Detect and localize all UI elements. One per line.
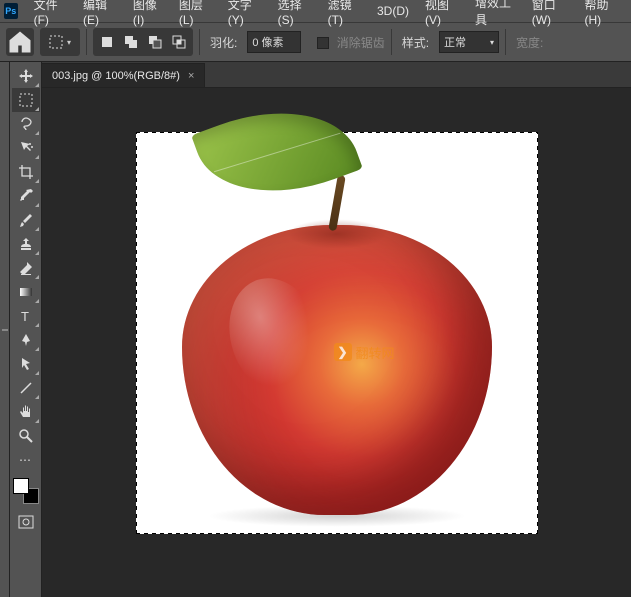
eraser-tool[interactable] [12,256,40,280]
crop-tool[interactable] [12,160,40,184]
document-area: 003.jpg @ 100%(RGB/8#) × ❯ 翻转网 [42,62,631,597]
selection-mode-group [93,28,193,56]
photoshop-icon: Ps [4,3,18,19]
divider [505,29,506,55]
width-label: 宽度: [512,34,547,51]
antialias-label: 消除锯齿 [337,36,385,50]
foreground-color-swatch[interactable] [13,478,29,494]
menu-select[interactable]: 选择(S) [270,0,320,29]
style-select[interactable]: 正常 ▾ [439,31,499,53]
document-tab[interactable]: 003.jpg @ 100%(RGB/8#) × [42,63,205,87]
selection-intersect[interactable] [167,30,191,54]
feather-input[interactable] [247,31,301,53]
svg-text:T: T [21,309,29,324]
menu-layer[interactable]: 图层(L) [171,0,220,29]
chevron-down-icon: ▾ [67,38,71,47]
quick-selection-tool[interactable] [12,136,40,160]
watermark: ❯ 翻转网 [334,343,395,362]
selection-new[interactable] [95,30,119,54]
style-label: 样式: [398,34,433,51]
marquee-icon [49,35,63,49]
close-icon[interactable]: × [188,70,194,82]
canvas-viewport[interactable]: ❯ 翻转网 [42,88,631,597]
watermark-icon: ❯ [334,343,352,361]
menu-plugins[interactable]: 增效工具 [467,0,524,30]
menu-view[interactable]: 视图(V) [417,0,467,29]
selection-subtract[interactable] [143,30,167,54]
menu-edit[interactable]: 编辑(E) [75,0,125,29]
panel-collapse-strip[interactable] [0,62,10,597]
antialias-checkbox [317,37,329,49]
menu-filter[interactable]: 滤镜(T) [320,0,369,29]
feather-label: 羽化: [206,34,241,51]
path-selection-tool[interactable] [12,352,40,376]
tool-preset-picker[interactable]: ▾ [40,28,80,56]
clone-stamp-tool[interactable] [12,232,40,256]
tools-panel: T ⋯ [10,62,42,597]
edit-toolbar[interactable]: ⋯ [12,448,40,472]
divider [86,29,87,55]
home-button[interactable] [6,28,34,56]
menubar: Ps 文件(F) 编辑(E) 图像(I) 图层(L) 文字(Y) 选择(S) 滤… [0,0,631,22]
selection-add[interactable] [119,30,143,54]
divider [391,29,392,55]
eyedropper-tool[interactable] [12,184,40,208]
menu-file[interactable]: 文件(F) [26,0,75,29]
lasso-tool[interactable] [12,112,40,136]
canvas[interactable]: ❯ 翻转网 [137,133,537,533]
type-tool[interactable]: T [12,304,40,328]
antialias-option: 消除锯齿 [317,34,384,51]
rectangular-marquee-tool[interactable] [12,88,40,112]
color-swatches[interactable] [13,478,39,504]
menu-window[interactable]: 窗口(W) [524,0,577,29]
brush-tool[interactable] [12,208,40,232]
menu-help[interactable]: 帮助(H) [576,0,627,29]
move-tool[interactable] [12,64,40,88]
document-tab-title: 003.jpg @ 100%(RGB/8#) [52,70,180,82]
chevron-down-icon: ▾ [490,38,494,47]
zoom-tool[interactable] [12,424,40,448]
menu-type[interactable]: 文字(Y) [220,0,270,29]
home-icon [6,28,34,56]
hand-tool[interactable] [12,400,40,424]
style-value: 正常 [444,34,466,50]
pen-tool[interactable] [12,328,40,352]
divider [199,29,200,55]
workspace: T ⋯ 003.jpg @ 100%(RGB/8#) × [0,62,631,597]
menu-3d[interactable]: 3D(D) [369,2,417,20]
document-tab-bar: 003.jpg @ 100%(RGB/8#) × [42,62,631,88]
watermark-text: 翻转网 [356,343,395,362]
gradient-tool[interactable] [12,280,40,304]
menu-image[interactable]: 图像(I) [125,0,171,29]
line-tool[interactable] [12,376,40,400]
image-content: ❯ 翻转网 [182,225,492,515]
quick-mask-toggle[interactable] [12,510,40,534]
